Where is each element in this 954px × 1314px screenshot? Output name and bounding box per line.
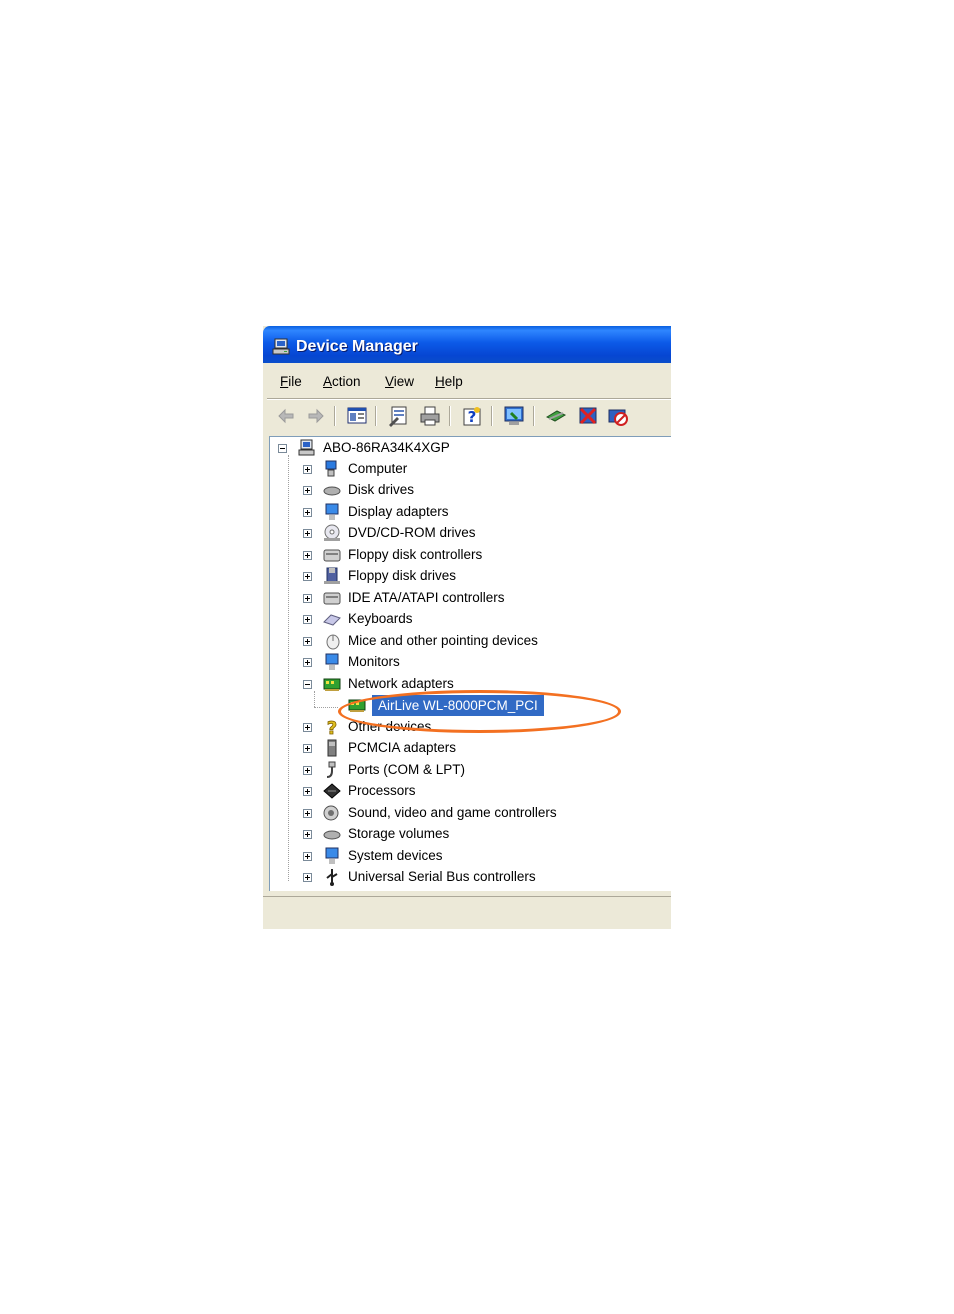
- expand-icon[interactable]: [303, 766, 312, 775]
- mouse-icon: [326, 634, 340, 650]
- menu-separator-highlight: [267, 399, 671, 400]
- properties-icon[interactable]: [387, 405, 409, 427]
- storage-volume-icon: [323, 830, 341, 840]
- expand-icon[interactable]: [303, 551, 312, 560]
- tree-guide-line: [314, 707, 338, 708]
- pcmcia-icon: [327, 739, 337, 757]
- tree-item-label: Mice and other pointing devices: [348, 633, 538, 648]
- expand-icon[interactable]: [303, 637, 312, 646]
- expand-icon[interactable]: [303, 830, 312, 839]
- unknown-device-icon: ?: [326, 718, 337, 736]
- tree-item-label: Display adapters: [348, 504, 449, 519]
- keyboard-icon: [323, 614, 341, 626]
- expand-icon[interactable]: [303, 852, 312, 861]
- collapse-icon[interactable]: [278, 444, 287, 453]
- tree-item-label: Ports (COM & LPT): [348, 762, 466, 777]
- expand-icon[interactable]: [303, 658, 312, 667]
- uninstall-icon[interactable]: [577, 405, 599, 427]
- tree-item-label: Floppy disk drives: [348, 568, 457, 583]
- monitor-icon: [325, 653, 339, 670]
- toolbar: ?: [267, 401, 671, 431]
- port-icon: [326, 761, 336, 778]
- toolbar-separator: [375, 406, 376, 426]
- expand-icon[interactable]: [303, 594, 312, 603]
- network-adapter-icon: [323, 678, 341, 691]
- tree-item-label: Computer: [348, 461, 408, 476]
- expand-icon[interactable]: [303, 744, 312, 753]
- tree-item-label: DVD/CD-ROM drives: [348, 525, 476, 540]
- expand-icon[interactable]: [303, 486, 312, 495]
- processor-icon: [323, 783, 341, 799]
- tree-item-label: PCMCIA adapters: [348, 740, 457, 755]
- expand-icon[interactable]: [303, 723, 312, 732]
- toolbar-separator: [449, 406, 450, 426]
- update-driver-icon[interactable]: [545, 405, 567, 427]
- floppy-icon: [324, 567, 340, 584]
- show-hide-console-tree-icon[interactable]: [346, 405, 368, 427]
- toolbar-separator: [533, 406, 534, 426]
- back-icon[interactable]: [275, 405, 297, 427]
- window-title: Device Manager: [296, 338, 418, 355]
- device-tree[interactable]: ABO-86RA34K4XGP Computer Disk drives Dis…: [269, 436, 671, 891]
- tree-item-label: Other devices: [348, 719, 432, 734]
- expand-icon[interactable]: [303, 787, 312, 796]
- cd-drive-icon: [324, 524, 340, 541]
- menu-action[interactable]: Action: [323, 374, 361, 389]
- tree-guide-line: [288, 455, 289, 881]
- expand-icon[interactable]: [303, 572, 312, 581]
- tree-item-label: Universal Serial Bus controllers: [348, 869, 536, 884]
- disk-drive-icon: [323, 486, 341, 496]
- system-device-icon: [325, 847, 339, 864]
- expand-icon[interactable]: [303, 465, 312, 474]
- tree-item-label: Network adapters: [348, 676, 454, 691]
- controller-icon: [323, 592, 341, 605]
- print-icon[interactable]: [419, 405, 441, 427]
- selected-device-label: AirLive WL-8000PCM_PCI: [372, 695, 544, 716]
- svg-text:?: ?: [327, 718, 337, 736]
- expand-icon[interactable]: [303, 809, 312, 818]
- device-manager-window: Device Manager File Action View Help ? A…: [263, 326, 671, 929]
- device-manager-icon: [272, 338, 290, 355]
- tree-item-label: Sound, video and game controllers: [348, 805, 557, 820]
- menu-view[interactable]: View: [385, 374, 414, 389]
- scan-hardware-icon[interactable]: [503, 405, 525, 427]
- menu-help[interactable]: Help: [435, 374, 463, 389]
- status-bar: [263, 896, 671, 929]
- tree-item-label: Keyboards: [348, 611, 413, 626]
- computer-icon: [298, 439, 315, 456]
- tree-item-label: Processors: [348, 783, 416, 798]
- computer-icon: [325, 460, 337, 477]
- forward-icon[interactable]: [305, 405, 327, 427]
- tree-item-label: Storage volumes: [348, 826, 450, 841]
- tree-guide-line: [314, 691, 315, 707]
- expand-icon[interactable]: [303, 529, 312, 538]
- tree-item-label: Floppy disk controllers: [348, 547, 483, 562]
- help-icon[interactable]: ?: [461, 405, 483, 427]
- collapse-icon[interactable]: [303, 680, 312, 689]
- controller-icon: [323, 549, 341, 562]
- menu-bar: File Action View Help: [267, 368, 671, 394]
- usb-icon: [326, 869, 338, 886]
- tree-item-label: Monitors: [348, 654, 400, 669]
- toolbar-separator: [334, 406, 335, 426]
- tree-item-label: System devices: [348, 848, 443, 863]
- tree-item-label: Disk drives: [348, 482, 415, 497]
- expand-icon[interactable]: [303, 873, 312, 882]
- network-adapter-icon: [348, 699, 366, 712]
- toolbar-separator: [491, 406, 492, 426]
- display-adapter-icon: [325, 503, 339, 520]
- expand-icon[interactable]: [303, 508, 312, 517]
- tree-root-label: ABO-86RA34K4XGP: [323, 440, 450, 455]
- sound-icon: [323, 805, 339, 821]
- expand-icon[interactable]: [303, 615, 312, 624]
- disable-icon[interactable]: [607, 405, 629, 427]
- tree-item-label: IDE ATA/ATAPI controllers: [348, 590, 505, 605]
- title-bar[interactable]: Device Manager: [263, 326, 671, 363]
- menu-file[interactable]: File: [280, 374, 302, 389]
